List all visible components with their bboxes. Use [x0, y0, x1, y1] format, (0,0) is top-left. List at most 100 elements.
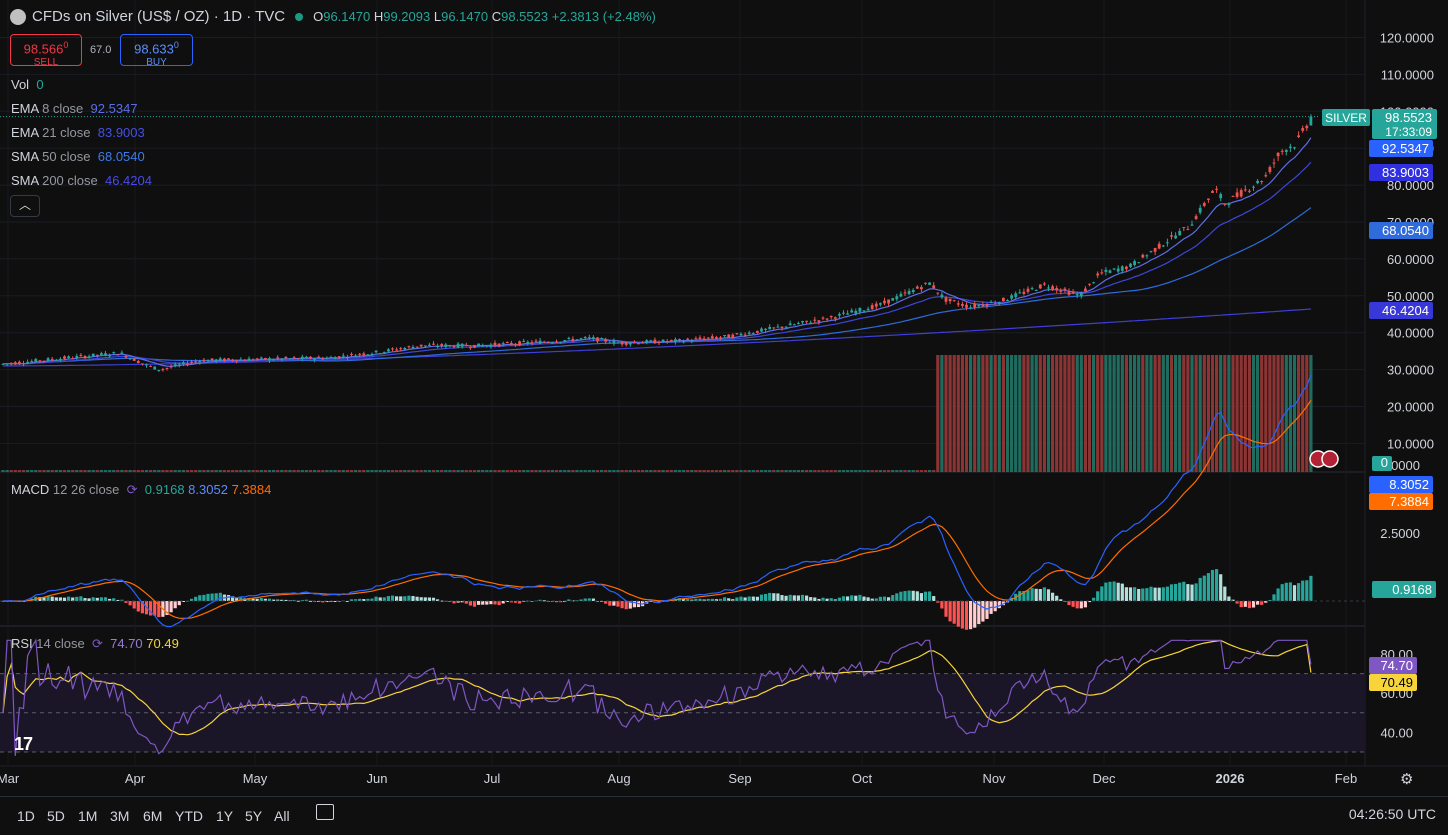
candle-body: [391, 348, 394, 350]
candle-body: [91, 353, 95, 357]
volume-bar: [928, 470, 932, 472]
close-value: 98.5523: [501, 9, 549, 24]
macd-hist-bar: [1042, 587, 1046, 601]
tradingview-logo[interactable]: 17: [14, 734, 33, 755]
volume-bar: [255, 470, 259, 472]
macd-hist-bar: [985, 601, 989, 619]
macd-hist-bar: [1169, 584, 1174, 601]
chart-canvas[interactable]: 120.0000110.0000100.000090.000080.000070…: [0, 0, 1448, 834]
candle-body: [423, 345, 427, 347]
macd-hist-bar: [1128, 587, 1133, 601]
legend-ema8[interactable]: EMA 8 close 92.5347: [11, 101, 138, 116]
volume-bar: [345, 470, 349, 472]
legend-sma50[interactable]: SMA 50 close 68.0540: [11, 149, 145, 164]
clock-display[interactable]: 04:26:50 UTC: [1349, 806, 1436, 822]
candle-body: [661, 339, 665, 342]
macd-hist-bar: [1051, 592, 1055, 601]
refresh-icon[interactable]: ⟳: [127, 482, 138, 497]
candle-body: [227, 358, 230, 360]
macd-hist-bar: [464, 601, 468, 604]
macd-hist-bar: [608, 601, 612, 606]
volume-bar: [673, 470, 677, 472]
macd-hist-bar: [1141, 588, 1145, 601]
volume-bar: [706, 470, 710, 472]
volume-bar: [1104, 355, 1108, 472]
time-axis-label: Nov: [982, 771, 1006, 786]
macd-hist-bar: [1243, 601, 1247, 607]
candle-body: [1161, 245, 1165, 247]
symbol-title[interactable]: CFDs on Silver (US$ / OZ) · 1D · TVC: [32, 8, 285, 25]
volume-bar: [1051, 355, 1055, 472]
refresh-icon[interactable]: ⟳: [92, 636, 103, 651]
macd-hist-bar: [1186, 584, 1190, 601]
legend-rsi[interactable]: RSI 14 close ⟳ 74.70 70.49: [11, 636, 179, 652]
candle-body: [309, 356, 312, 359]
ohlc-values: O96.1470 H99.2093 L96.1470 C98.5523 +2.3…: [313, 9, 656, 24]
volume-bar: [1141, 355, 1145, 472]
candle-body: [366, 354, 370, 356]
candle-body: [161, 369, 165, 371]
volume-bar: [800, 470, 805, 472]
volume-bar: [825, 470, 829, 472]
volume-bar: [1108, 355, 1112, 472]
sell-button[interactable]: 98.5660 SELL: [10, 34, 82, 68]
candle-body: [1284, 149, 1288, 152]
macd-hist-bar: [923, 591, 928, 601]
volume-bar: [981, 355, 985, 472]
buy-button[interactable]: 98.6330 BUY: [120, 34, 193, 68]
candle-body: [13, 362, 17, 365]
macd-hist-bar: [932, 596, 936, 601]
legend-macd[interactable]: MACD 12 26 close ⟳ 0.9168 8.3052 7.3884: [11, 482, 271, 498]
volume-bar: [284, 470, 288, 472]
candle-body: [649, 340, 653, 342]
range-button-5y[interactable]: 5Y: [245, 808, 262, 824]
candle-body: [932, 285, 936, 289]
candle-body: [1252, 186, 1255, 188]
volume-bar: [735, 470, 739, 472]
range-button-all[interactable]: All: [274, 808, 290, 824]
volume-bar: [891, 470, 895, 472]
legend-vol[interactable]: Vol 0: [11, 77, 44, 92]
macd-hist-bar: [481, 601, 485, 605]
range-button-1y[interactable]: 1Y: [216, 808, 233, 824]
macd-hist-bar: [735, 597, 739, 601]
candle-body: [768, 326, 772, 330]
macd-hist-bar: [1256, 601, 1260, 605]
calendar-icon[interactable]: [316, 804, 334, 820]
price-axis-label: 20.0000: [1387, 400, 1434, 415]
candle-body: [186, 363, 189, 365]
volume-bar: [710, 470, 714, 472]
range-button-6m[interactable]: 6M: [143, 808, 162, 824]
legend-sma200[interactable]: SMA 200 close 46.4204: [11, 173, 152, 188]
volume-bar: [403, 470, 407, 472]
range-button-ytd[interactable]: YTD: [175, 808, 203, 824]
candle-body: [981, 304, 985, 307]
chevron-up-icon[interactable]: ︿: [10, 195, 40, 217]
volume-bar: [1046, 355, 1051, 472]
range-button-1m[interactable]: 1M: [78, 808, 97, 824]
volume-bar: [321, 470, 325, 472]
volume-bar: [1149, 355, 1153, 472]
candle-body: [440, 344, 444, 346]
volume-bar: [1010, 355, 1014, 472]
volume-bar: [677, 470, 682, 472]
range-button-1d[interactable]: 1D: [17, 808, 35, 824]
gear-icon[interactable]: ⚙: [1400, 770, 1413, 788]
volume-bar: [26, 470, 30, 472]
candle-body: [264, 357, 267, 360]
candle-body: [952, 300, 956, 302]
macd-hist-bar: [1157, 587, 1161, 601]
macd-hist-bar: [91, 597, 95, 601]
range-button-3m[interactable]: 3M: [110, 808, 129, 824]
candle-body: [1235, 192, 1239, 197]
candle-body: [79, 354, 83, 356]
volume-bar: [198, 470, 202, 472]
range-button-5d[interactable]: 5D: [47, 808, 65, 824]
volume-bar: [595, 470, 600, 472]
candle-body: [1125, 266, 1128, 270]
macd-hist-bar: [952, 601, 956, 624]
candle-body: [1047, 287, 1050, 289]
volume-bar: [304, 470, 308, 472]
legend-ema21[interactable]: EMA 21 close 83.9003: [11, 125, 145, 140]
volume-bar: [821, 470, 825, 472]
